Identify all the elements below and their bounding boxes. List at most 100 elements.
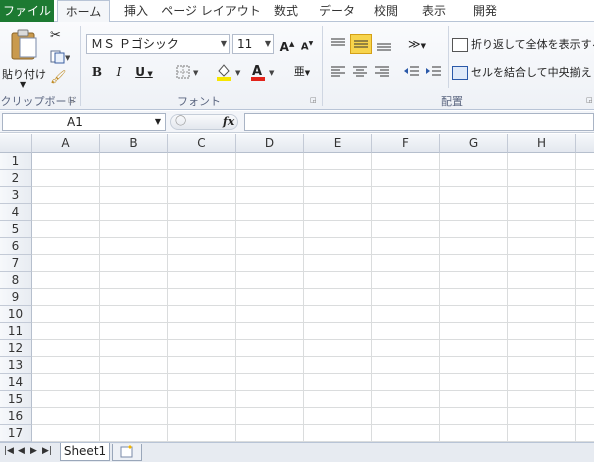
tab-data[interactable]: データ xyxy=(312,0,362,22)
prev-sheet-icon[interactable]: ◀ xyxy=(18,446,25,456)
tab-insert[interactable]: 挿入 xyxy=(114,0,158,22)
grid-line xyxy=(32,373,594,374)
dialog-launcher-icon[interactable]: ◲ xyxy=(586,96,593,104)
phonetic-button[interactable]: 亜▼ xyxy=(290,62,314,82)
svg-text:A: A xyxy=(252,64,262,79)
grid-line xyxy=(32,169,594,170)
column-header[interactable] xyxy=(576,134,594,153)
column-header[interactable]: F xyxy=(372,134,440,153)
tab-file[interactable]: ファイル xyxy=(0,0,54,22)
grid-line xyxy=(32,407,594,408)
row-header[interactable]: 12 xyxy=(0,340,32,357)
ribbon-home: 貼り付け ▼ ✂ ▼ 🖌 クリップボード ◲ ＭＳ Ｐゴシック ▼ 11 ▼ A… xyxy=(0,22,594,110)
underline-button[interactable]: U ▼ xyxy=(132,62,156,82)
fill-bucket-icon: ▼ xyxy=(217,64,241,81)
align-top-button[interactable] xyxy=(328,34,348,54)
row-header[interactable]: 5 xyxy=(0,221,32,238)
grid-line xyxy=(32,203,594,204)
row-header[interactable]: 16 xyxy=(0,408,32,425)
increase-indent-button[interactable] xyxy=(424,62,444,82)
bold-button[interactable]: B xyxy=(88,62,106,82)
first-sheet-icon[interactable]: |◀ xyxy=(4,446,14,456)
column-header[interactable]: E xyxy=(304,134,372,153)
format-painter-icon[interactable]: 🖌 xyxy=(50,70,67,85)
align-left-button[interactable] xyxy=(328,62,348,82)
column-header[interactable]: H xyxy=(508,134,576,153)
svg-text:▼: ▼ xyxy=(269,69,275,77)
italic-button[interactable]: I xyxy=(110,62,128,82)
grid-line xyxy=(371,153,372,442)
insert-function-icon[interactable]: fx xyxy=(223,115,234,128)
merge-center-button[interactable]: セルを結合して中央揃え ▼ xyxy=(452,62,594,82)
row-header[interactable]: 8 xyxy=(0,272,32,289)
decrease-indent-button[interactable] xyxy=(402,62,422,82)
alignment-group-label: 配置 xyxy=(441,95,463,108)
tab-review[interactable]: 校閲 xyxy=(364,0,408,22)
new-sheet-icon xyxy=(120,445,133,458)
sheet-tab[interactable]: Sheet1 xyxy=(60,443,110,461)
row-header[interactable]: 6 xyxy=(0,238,32,255)
grid-line xyxy=(167,153,168,442)
copy-icon[interactable]: ▼ xyxy=(50,50,71,64)
expander-handle-icon[interactable]: ◯ xyxy=(175,115,186,126)
row-header[interactable]: 4 xyxy=(0,204,32,221)
grid-line xyxy=(32,237,594,238)
align-bottom-button[interactable] xyxy=(374,34,394,54)
column-header[interactable]: D xyxy=(236,134,304,153)
dialog-launcher-icon[interactable]: ◲ xyxy=(68,96,75,104)
column-header[interactable]: B xyxy=(100,134,168,153)
align-center-icon xyxy=(353,66,367,77)
paste-button[interactable]: 貼り付け ▼ xyxy=(2,26,46,90)
font-name-combo[interactable]: ＭＳ Ｐゴシック ▼ xyxy=(86,34,230,54)
next-sheet-icon[interactable]: ▶ xyxy=(30,446,37,456)
clipboard-group-label: クリップボード xyxy=(0,95,78,108)
sheet-tab-bar: |◀ ◀ ▶ ▶| Sheet1 xyxy=(0,442,594,462)
tab-view[interactable]: 表示 xyxy=(412,0,456,22)
align-center-button[interactable] xyxy=(350,62,370,82)
group-divider xyxy=(448,26,449,88)
font-color-button[interactable]: A ▼ xyxy=(248,62,278,82)
row-header[interactable]: 13 xyxy=(0,357,32,374)
new-sheet-button[interactable] xyxy=(112,444,142,461)
align-top-icon xyxy=(331,38,345,46)
tab-home[interactable]: ホーム xyxy=(57,0,110,23)
row-header[interactable]: 11 xyxy=(0,323,32,340)
column-header[interactable]: G xyxy=(440,134,508,153)
row-header[interactable]: 15 xyxy=(0,391,32,408)
grid-line xyxy=(507,153,508,442)
svg-text:▼: ▼ xyxy=(65,54,70,62)
align-middle-button[interactable] xyxy=(350,34,372,54)
row-header[interactable]: 9 xyxy=(0,289,32,306)
grid-line xyxy=(32,339,594,340)
row-header[interactable]: 14 xyxy=(0,374,32,391)
select-all-corner[interactable] xyxy=(0,134,32,153)
worksheet-grid[interactable]: A B C D E F G H 1 2 3 4 5 6 7 8 9 10 11 … xyxy=(0,134,594,442)
tab-page-layout[interactable]: ページ レイアウト xyxy=(160,0,262,22)
font-size-combo[interactable]: 11 ▼ xyxy=(232,34,274,54)
wrap-text-button[interactable]: 折り返して全体を表示する xyxy=(452,34,594,54)
dialog-launcher-icon[interactable]: ◲ xyxy=(310,96,317,104)
grid-line xyxy=(235,153,236,442)
row-header[interactable]: 1 xyxy=(0,153,32,170)
grid-line xyxy=(32,220,594,221)
row-header[interactable]: 7 xyxy=(0,255,32,272)
tab-developer[interactable]: 開発 xyxy=(460,0,510,22)
tab-formulas[interactable]: 数式 xyxy=(264,0,308,22)
grow-font-icon[interactable]: A▲ xyxy=(278,34,296,54)
align-right-button[interactable] xyxy=(372,62,392,82)
scissors-icon[interactable]: ✂ xyxy=(50,28,61,43)
column-header[interactable]: C xyxy=(168,134,236,153)
shrink-font-icon[interactable]: A▼ xyxy=(298,34,316,54)
orientation-button[interactable]: ≫▼ xyxy=(404,34,430,54)
column-header[interactable]: A xyxy=(32,134,100,153)
name-box[interactable]: A1 ▼ xyxy=(2,113,166,131)
fill-color-button[interactable]: ▼ xyxy=(214,62,244,82)
formula-input[interactable] xyxy=(244,113,594,131)
row-header[interactable]: 3 xyxy=(0,187,32,204)
row-header[interactable]: 17 xyxy=(0,425,32,442)
row-header[interactable]: 10 xyxy=(0,306,32,323)
grid-line xyxy=(32,305,594,306)
row-header[interactable]: 2 xyxy=(0,170,32,187)
borders-button[interactable]: ▼ xyxy=(172,62,202,82)
last-sheet-icon[interactable]: ▶| xyxy=(42,446,52,456)
